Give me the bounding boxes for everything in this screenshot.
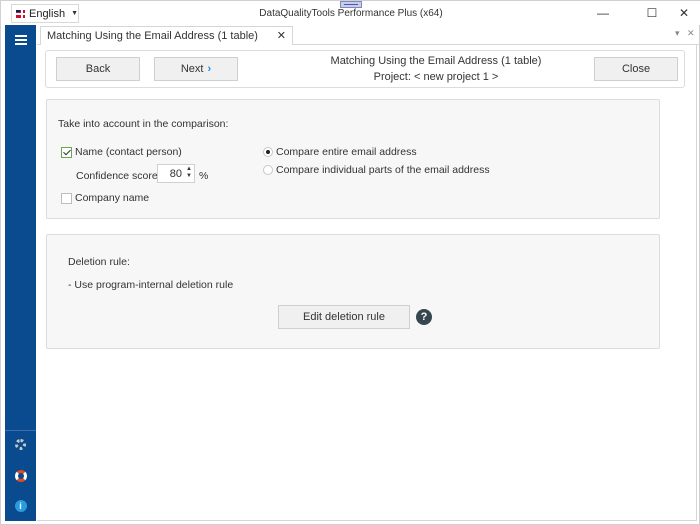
project-name: Project: < new project 1 > xyxy=(373,71,499,83)
edit-deletion-rule-button[interactable]: Edit deletion rule xyxy=(278,305,410,329)
close-button[interactable]: Close xyxy=(594,57,678,81)
minimize-button-2[interactable]: — xyxy=(588,4,618,22)
maximize-button[interactable]: ☐ xyxy=(637,4,667,22)
tab-strip-close-icon[interactable]: ✕ xyxy=(687,28,695,39)
tab-list-dropdown-icon[interactable]: ▾ xyxy=(675,28,680,39)
tab-matching-email[interactable]: Matching Using the Email Address (1 tabl… xyxy=(40,26,293,46)
help-icon[interactable]: ? xyxy=(416,309,432,325)
deletion-rule-text: - Use program-internal deletion rule xyxy=(68,279,234,291)
tab-strip: Matching Using the Email Address (1 tabl… xyxy=(37,25,700,46)
wizard-toolbar: Back Next › Matching Using the Email Add… xyxy=(45,50,685,88)
tab-close-icon[interactable]: ✕ xyxy=(277,27,286,45)
radio-individual-parts[interactable] xyxy=(263,165,273,175)
radio-entire-email[interactable] xyxy=(263,147,273,157)
company-name-checkbox[interactable] xyxy=(61,193,72,204)
close-label: Close xyxy=(621,63,651,75)
sidebar-divider xyxy=(5,430,36,431)
info-icon: i xyxy=(14,499,27,512)
spinner-arrows-icon[interactable]: ▲ ▼ xyxy=(186,166,192,180)
radio-individual-parts-label[interactable]: Compare individual parts of the email ad… xyxy=(276,164,490,176)
back-button[interactable]: Back xyxy=(56,57,140,81)
confidence-score-value: 80 xyxy=(169,168,182,180)
confidence-score-stepper[interactable]: 80 ▲ ▼ xyxy=(157,164,195,183)
gear-icon xyxy=(15,439,26,450)
drag-grip-handle[interactable] xyxy=(340,1,362,8)
deletion-rule-panel: Deletion rule: - Use program-internal de… xyxy=(46,234,660,349)
comparison-heading: Take into account in the comparison: xyxy=(58,118,229,130)
main-content: Back Next › Matching Using the Email Add… xyxy=(37,45,697,521)
wizard-title: Matching Using the Email Address (1 tabl… xyxy=(330,55,542,67)
company-name-label[interactable]: Company name xyxy=(75,192,149,204)
edit-deletion-rule-label: Edit deletion rule xyxy=(303,311,385,323)
confidence-score-label: Confidence score xyxy=(76,170,158,182)
menu-button[interactable] xyxy=(5,25,36,55)
tab-label: Matching Using the Email Address (1 tabl… xyxy=(47,30,258,42)
lifebuoy-icon xyxy=(14,469,27,482)
radio-entire-email-label[interactable]: Compare entire email address xyxy=(276,146,417,158)
percent-unit: % xyxy=(199,170,209,182)
next-label: Next xyxy=(180,63,204,75)
help-support-button[interactable] xyxy=(13,468,28,483)
hamburger-icon xyxy=(14,35,27,45)
close-window-button[interactable]: ✕ xyxy=(669,4,699,22)
name-checkbox-label[interactable]: Name (contact person) xyxy=(75,146,182,158)
app-window: English ▼ DataQualityTools Performance P… xyxy=(0,0,700,525)
comparison-panel: Take into account in the comparison: Nam… xyxy=(46,99,660,219)
name-checkbox[interactable] xyxy=(61,147,72,158)
deletion-rule-heading: Deletion rule: xyxy=(68,256,130,268)
sidebar: i xyxy=(5,25,36,521)
settings-button[interactable] xyxy=(13,437,28,452)
info-button[interactable]: i xyxy=(13,498,28,513)
chevron-right-icon: › xyxy=(207,63,212,75)
next-button[interactable]: Next › xyxy=(154,57,238,81)
back-label: Back xyxy=(85,63,111,75)
